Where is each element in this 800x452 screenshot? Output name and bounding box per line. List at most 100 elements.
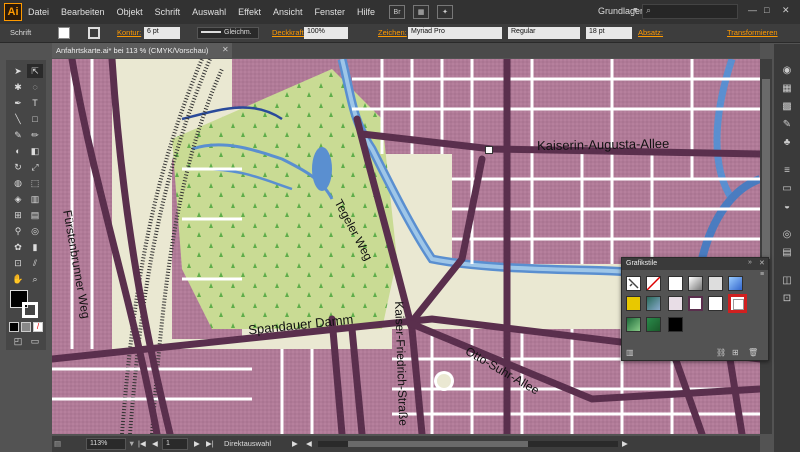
style-swatch-blue[interactable] [728,276,743,291]
swatches-icon[interactable]: ▩ [779,100,795,114]
zoom-tool-icon[interactable]: ⌕ [27,272,43,286]
style-swatch-white[interactable] [668,276,683,291]
gpu-icon[interactable]: ✦ [437,5,454,19]
transformieren-link[interactable]: Transformieren [727,28,778,37]
artboard-number-field[interactable]: 1 [162,438,188,450]
color-guide-icon[interactable]: ▦ [779,82,795,96]
fill-swatch[interactable] [58,27,70,39]
style-swatch-white-2[interactable] [708,296,723,311]
minimize-icon[interactable]: — [748,5,757,15]
break-link-icon[interactable]: ⛓ [716,348,726,357]
draw-mode-icon[interactable]: ◰ [10,334,26,348]
stroke-swatch[interactable] [88,27,100,39]
style-swatch-default[interactable] [626,276,641,291]
close-tab-icon[interactable]: ✕ [222,45,229,54]
close-icon[interactable]: ✕ [782,5,790,16]
none-mode-icon[interactable]: / [33,322,43,332]
prev-artboard-icon[interactable]: ◀ [152,439,158,448]
panel-close-icon[interactable]: ✕ [759,259,765,267]
vertical-scrollbar[interactable] [760,59,772,434]
font-family-field[interactable]: Myriad Pro [408,27,502,39]
opacity-field[interactable]: 100% [304,27,348,39]
library-menu-icon[interactable]: ▥ [626,348,634,357]
graph-tool-icon[interactable]: ▮ [27,240,43,254]
brushes-icon[interactable]: ✎ [779,118,795,132]
map-label-kaiserin-augusta-allee[interactable]: Kaiserin-Augusta-Allee [537,136,669,153]
shape-builder-icon[interactable]: ◈ [10,192,26,206]
eyedropper-icon[interactable]: ⚲ [10,224,26,238]
screen-mode-icon[interactable]: ▭ [27,334,43,348]
style-swatch-gray-gradient[interactable] [688,276,703,291]
stroke-profile-dropdown[interactable]: Gleichm. [197,27,259,39]
gradient-tool-icon[interactable]: ▤ [27,208,43,222]
scrollbar-thumb[interactable] [762,79,770,259]
artboard-tool-icon[interactable]: ⊡ [10,256,26,270]
font-size-field[interactable]: 18 pt [586,27,632,39]
menu-objekt[interactable]: Objekt [111,7,149,17]
style-swatch-light-gray[interactable] [708,276,723,291]
color-panel-icon[interactable]: ◉ [779,64,795,78]
menu-hilfe[interactable]: Hilfe [351,7,381,17]
menu-auswahl[interactable]: Auswahl [186,7,232,17]
symbol-sprayer-icon[interactable]: ✿ [10,240,26,254]
menu-bearbeiten[interactable]: Bearbeiten [55,7,111,17]
scroll-right-icon[interactable]: ▶ [622,439,628,448]
paintbrush-icon[interactable]: ✎ [10,128,26,142]
maximize-icon[interactable]: □ [764,5,769,15]
panel-header[interactable]: Grafikstile » ✕ [622,258,768,270]
line-tool-icon[interactable]: ╲ [10,112,26,126]
kontur-link[interactable]: Kontur: [117,28,141,37]
menu-schrift[interactable]: Schrift [149,7,187,17]
stroke-color-icon[interactable] [22,302,38,318]
slice-tool-icon[interactable]: ⫽ [27,256,43,270]
zeichen-link[interactable]: Zeichen: [378,28,407,37]
scroll-left-icon[interactable]: ◀ [306,439,312,448]
blob-brush-icon[interactable]: ◐ [10,144,26,158]
zoom-field[interactable]: 113% [86,438,126,450]
free-transform-icon[interactable]: ⬚ [27,176,43,190]
panel-collapse-icon[interactable]: » [748,259,752,266]
color-mode-icon[interactable] [9,322,19,332]
anchor-point-handle[interactable] [485,146,493,154]
style-swatch-black[interactable] [668,317,683,332]
blend-tool-icon[interactable]: ◎ [27,224,43,238]
horizontal-scroll-thumb[interactable] [348,441,528,447]
appearance-icon[interactable]: ◎ [779,228,795,242]
panel-menu-icon[interactable]: ≡ [760,271,764,278]
rectangle-tool-icon[interactable]: □ [27,112,43,126]
style-swatch-teal[interactable] [646,296,661,311]
scale-tool-icon[interactable]: ⤢ [27,160,43,174]
bridge-button[interactable]: Br [389,5,406,19]
symbols-icon[interactable]: ♣ [779,136,795,150]
layers-icon[interactable]: ◫ [779,274,795,288]
style-swatch-green-1[interactable] [626,317,641,332]
horizontal-scrollbar[interactable] [318,441,618,447]
style-swatch-lilac[interactable] [668,296,683,311]
rotate-tool-icon[interactable]: ↻ [10,160,26,174]
search-input[interactable] [642,4,738,19]
next-artboard-icon[interactable]: ▶ [194,439,200,448]
status-menu-icon[interactable]: ▶ [292,439,298,448]
document-tab[interactable]: Anfahrtskarte.ai* bei 113 % (CMYK/Vorsch… [52,43,232,58]
mesh-tool-icon[interactable]: ⊞ [10,208,26,222]
graphic-styles-icon[interactable]: ▤ [779,246,795,260]
pen-tool-icon[interactable]: ✒ [10,96,26,110]
direct-selection-tool-icon[interactable]: ⇱ [27,64,43,78]
style-swatch-purple-outline[interactable] [688,296,703,311]
chevron-down-icon[interactable]: ▼ [632,7,639,14]
magic-wand-icon[interactable]: ✱ [10,80,26,94]
pencil-icon[interactable]: ✏ [27,128,43,142]
artboard-canvas[interactable]: Kaiserin-Augusta-Allee Tegeler Weg Fürst… [52,59,760,434]
first-artboard-icon[interactable]: |◀ [138,439,146,448]
deckkraft-link[interactable]: Deckkraft: [272,28,306,37]
menu-effekt[interactable]: Effekt [232,7,267,17]
transparency-icon[interactable]: ◒ [779,200,795,214]
style-swatch-selected[interactable] [728,294,747,313]
menu-ansicht[interactable]: Ansicht [267,7,309,17]
selection-tool-icon[interactable]: ➤ [10,64,26,78]
font-style-field[interactable]: Regular [508,27,580,39]
artboards-icon[interactable]: ⊡ [779,292,795,306]
delete-style-icon[interactable]: 🗑 [748,348,758,357]
menu-datei[interactable]: Datei [22,7,55,17]
new-style-icon[interactable]: ⊞ [732,348,739,357]
